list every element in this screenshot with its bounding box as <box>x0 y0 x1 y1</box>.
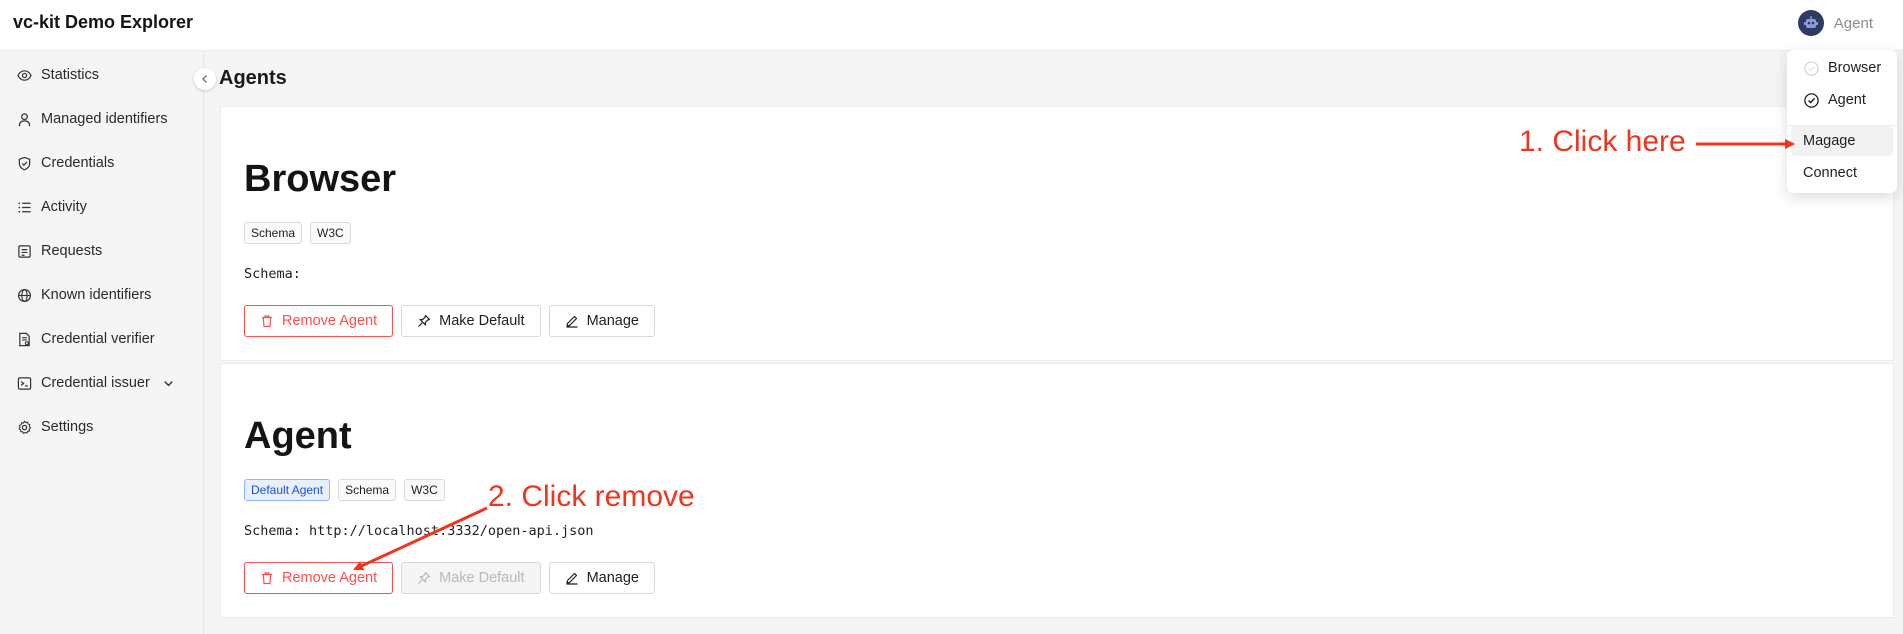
schema-text: Schema: http://localhost:3332/open-api.j… <box>244 523 594 539</box>
sidebar-item-label: Credential verifier <box>41 331 155 347</box>
robot-icon <box>1803 16 1818 28</box>
sidebar-item-label: Managed identifiers <box>41 111 168 127</box>
schema-text: Schema: <box>244 266 301 282</box>
sidebar-item-label: Known identifiers <box>41 287 152 303</box>
sidebar-item-credential-issuer[interactable]: Credential issuer <box>17 375 173 391</box>
menu-item-label: Connect <box>1803 165 1858 181</box>
agent-tags: Schema W3C <box>244 222 351 244</box>
agent-actions: Remove Agent Make Default Manage <box>244 305 655 337</box>
button-label: Manage <box>586 313 639 329</box>
user-name[interactable]: Agent <box>1834 15 1873 32</box>
manage-button[interactable]: Manage <box>548 305 655 337</box>
list-icon <box>18 201 31 213</box>
avatar[interactable] <box>1797 10 1824 36</box>
button-label: Manage <box>586 570 639 586</box>
annotation-step-1: 1. Click here <box>1519 125 1686 158</box>
remove-agent-button[interactable]: Remove Agent <box>244 305 394 337</box>
chevron-left-icon <box>202 75 207 83</box>
sidebar-item-statistics[interactable]: Statistics <box>17 67 99 83</box>
agent-dropdown-menu: Browser Agent Magage Connect <box>1787 50 1897 193</box>
collapse-sidebar-button[interactable] <box>194 68 216 90</box>
pushpin-icon <box>418 314 431 327</box>
file-check-icon <box>19 332 30 346</box>
manage-button[interactable]: Manage <box>548 562 655 594</box>
agent-tags: Default Agent Schema W3C <box>244 479 445 501</box>
chevron-down-icon[interactable] <box>161 376 176 391</box>
sidebar-item-label: Statistics <box>41 67 100 83</box>
sidebar-item-label: Settings <box>41 419 94 435</box>
pushpin-icon <box>418 571 431 584</box>
sidebar-item-settings[interactable]: Settings <box>17 419 93 435</box>
agent-card-agent: Agent Default Agent Schema W3C Schema: h… <box>220 363 1894 618</box>
make-default-button[interactable]: Make Default <box>401 305 541 337</box>
sidebar-item-requests[interactable]: Requests <box>17 243 102 259</box>
menu-item-label: Magage <box>1803 133 1856 149</box>
agent-actions: Remove Agent Make Default Manage <box>244 562 655 594</box>
sidebar-item-credential-verifier[interactable]: Credential verifier <box>17 331 155 347</box>
button-label: Remove Agent <box>282 570 378 586</box>
button-label: Make Default <box>439 570 525 586</box>
terminal-icon <box>17 376 32 390</box>
sidebar: Statistics Managed identifiers Credentia… <box>0 51 204 634</box>
tag-w3c: W3C <box>404 479 445 501</box>
app-title: vc-kit Demo Explorer <box>13 12 194 32</box>
globe-icon <box>17 288 32 302</box>
menu-item-label: Browser <box>1828 60 1882 76</box>
user-menu-trigger[interactable]: Agent <box>1797 10 1873 36</box>
annotation-step-2: 2. Click remove <box>488 480 695 513</box>
menu-item-manage[interactable]: Magage <box>1791 126 1893 156</box>
menu-item-agent[interactable]: Agent <box>1791 85 1893 115</box>
button-label: Remove Agent <box>282 313 378 329</box>
sidebar-item-label: Activity <box>41 199 87 215</box>
trash-icon <box>262 572 272 585</box>
edit-icon <box>565 315 578 328</box>
form-icon <box>18 244 31 258</box>
button-label: Make Default <box>439 313 525 329</box>
sidebar-item-activity[interactable]: Activity <box>17 199 87 215</box>
tag-schema: Schema <box>338 479 397 501</box>
edit-icon <box>565 572 578 585</box>
remove-agent-button[interactable]: Remove Agent <box>244 562 394 594</box>
menu-item-browser[interactable]: Browser <box>1791 53 1893 83</box>
agent-title: Agent <box>244 415 352 457</box>
sidebar-item-known-identifiers[interactable]: Known identifiers <box>17 287 151 303</box>
tag-default-agent: Default Agent <box>244 479 331 501</box>
make-default-button: Make Default <box>401 562 541 594</box>
tag-schema: Schema <box>244 222 303 244</box>
menu-item-connect[interactable]: Connect <box>1791 158 1893 188</box>
tag-w3c: W3C <box>310 222 351 244</box>
top-header: vc-kit Demo Explorer Agent <box>0 0 1903 51</box>
page-title: Agents <box>219 67 287 89</box>
sidebar-item-label: Credential issuer <box>41 375 150 391</box>
circle-icon <box>1804 60 1819 76</box>
trash-icon <box>262 315 272 328</box>
sidebar-item-label: Credentials <box>41 155 115 171</box>
gear-icon <box>18 420 32 434</box>
eye-icon <box>17 69 32 81</box>
menu-item-label: Agent <box>1828 92 1866 108</box>
shield-check-icon <box>18 156 31 171</box>
sidebar-item-credentials[interactable]: Credentials <box>17 155 114 171</box>
sidebar-item-label: Requests <box>41 243 103 259</box>
user-icon <box>18 112 31 126</box>
agent-title: Browser <box>244 158 397 200</box>
sidebar-item-managed-identifiers[interactable]: Managed identifiers <box>17 111 168 127</box>
check-circle-icon <box>1804 92 1819 108</box>
